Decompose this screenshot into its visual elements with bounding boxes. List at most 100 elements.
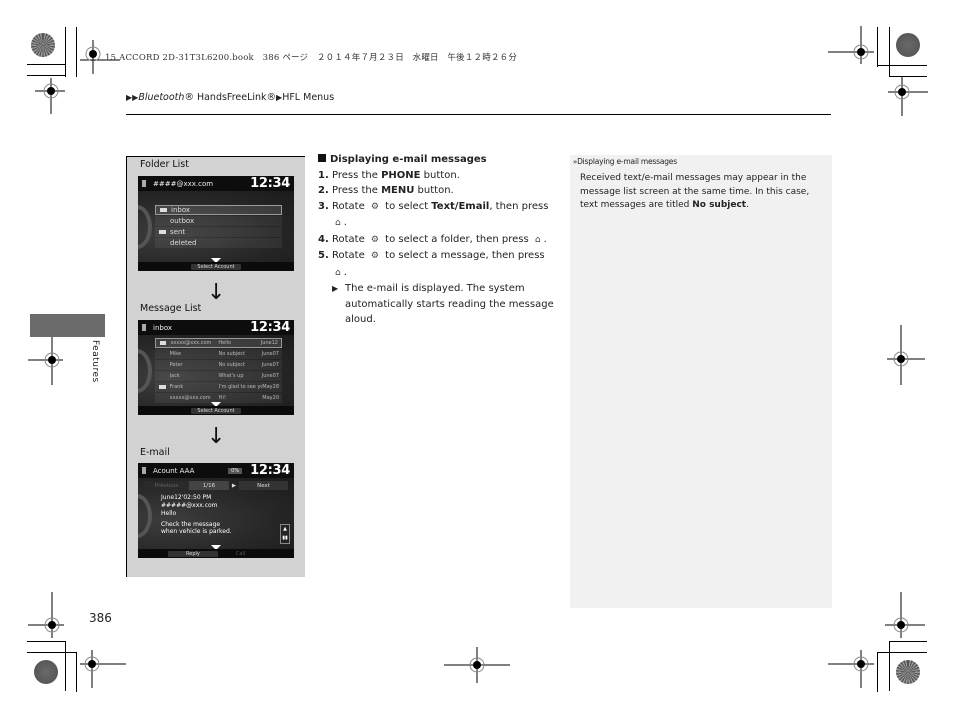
breadcrumb-hfl-menus[interactable]: HFL Menus <box>282 92 334 103</box>
crop-mark <box>877 65 927 66</box>
registration-circle-top-left <box>31 33 55 57</box>
email-body-line: Check the message <box>161 521 221 528</box>
crop-mark <box>65 641 66 691</box>
crop-mark <box>877 652 927 653</box>
crosshair-mark <box>888 76 928 116</box>
result-note: ▶ The e-mail is displayed. The system aut… <box>318 281 563 328</box>
phone-icon <box>142 324 146 331</box>
crosshair-mark <box>28 592 64 638</box>
page-number: 386 <box>89 611 112 625</box>
breadcrumb-bluetooth[interactable]: Bluetooth <box>138 92 184 103</box>
next-button[interactable]: Next <box>239 481 288 490</box>
crosshair-mark <box>885 592 925 638</box>
breadcrumb: ▶▶Bluetooth® HandsFreeLink®▶HFL Menus <box>126 92 334 103</box>
folder-list-screen: ####@xxx.com 12:34 inbox outbox sent del… <box>138 176 294 271</box>
dial-arc <box>138 205 152 249</box>
call-button[interactable]: Call <box>236 551 245 557</box>
message-row[interactable]: Jack What's up June07 <box>155 371 282 381</box>
result-arrow-icon: ▶ <box>332 284 339 293</box>
crop-mark <box>877 27 878 67</box>
message-list-label: Message List <box>140 303 202 314</box>
email-from: #####@xxx.com <box>161 502 218 509</box>
email-screen: Acount AAA 0% 12:34 Previous 1/16 ▶ Next… <box>138 463 294 558</box>
note-text: Received text/e-mail messages may appear… <box>580 173 810 210</box>
crosshair-mark <box>887 325 925 385</box>
envelope-icon <box>160 208 167 212</box>
breadcrumb-handsfreelink[interactable]: ® HandsFreeLink® <box>184 92 276 103</box>
crop-mark <box>76 27 77 77</box>
message-row[interactable]: Frank I'm glad to see you May28 <box>155 382 282 392</box>
message-row[interactable]: Mike No subject June07 <box>155 349 282 359</box>
folder-row[interactable]: deleted <box>155 238 282 248</box>
section-heading: Displaying e-mail messages <box>318 152 563 168</box>
step: 5. Rotate ⚙ to select a message, then pre… <box>318 248 563 281</box>
select-account-button[interactable]: Select Account <box>191 263 241 270</box>
reply-button[interactable]: Reply <box>168 550 218 557</box>
account-name: ####@xxx.com <box>153 179 214 188</box>
press-dial-icon: ⌂ <box>534 234 541 245</box>
clock: 12:34 <box>250 463 290 478</box>
play-icon: ▶ <box>231 482 237 489</box>
envelope-icon <box>160 341 167 345</box>
interface-dial-icon: ⚙ <box>370 251 379 261</box>
email-body-line: when vehicle is parked. <box>161 528 232 535</box>
crop-mark <box>76 652 77 692</box>
step: 2. Press the MENU button. <box>318 185 454 196</box>
registration-circle-bottom-left <box>34 660 58 684</box>
heading-bullet-icon <box>318 154 326 162</box>
interface-dial-icon: ⚙ <box>370 201 379 212</box>
email-datetime: June12'02:50 PM <box>161 494 212 501</box>
email-subject: Hello <box>161 510 177 517</box>
step: 3. Rotate ⚙ to select Text/Email, then pr… <box>318 199 563 232</box>
crosshair-mark <box>828 650 874 688</box>
crosshair-mark <box>828 26 874 64</box>
clock: 12:34 <box>250 176 290 191</box>
status-indicator: 0% <box>228 467 243 474</box>
press-dial-icon: ⌂ <box>335 267 341 278</box>
folder-list-label: Folder List <box>140 159 189 170</box>
note-title: »Displaying e-mail messages <box>573 157 677 166</box>
registration-circle-bottom-right <box>896 660 920 684</box>
interface-dial-icon: ⚙ <box>370 234 379 245</box>
crop-mark <box>27 652 76 653</box>
breadcrumb-marker-icon: ▶▶ <box>126 93 139 102</box>
dial-arc <box>138 349 152 393</box>
email-label: E-mail <box>140 447 170 458</box>
folder-row[interactable]: inbox <box>155 205 282 215</box>
crosshair-mark <box>444 647 510 683</box>
phone-icon <box>142 467 146 474</box>
header-rule <box>126 114 831 115</box>
message-row[interactable]: Peter No subject June07 <box>155 360 282 370</box>
crosshair-mark <box>35 78 65 114</box>
screen-flow-panel: Folder List ####@xxx.com 12:34 inbox out… <box>126 156 305 577</box>
flow-arrow-icon: ↓ <box>207 280 226 305</box>
registration-circle-top-right <box>896 33 920 57</box>
select-account-button[interactable]: Select Account <box>191 407 241 414</box>
folder-row[interactable]: sent <box>155 227 282 237</box>
message-counter: 1/16 <box>189 481 229 490</box>
envelope-icon <box>159 385 166 389</box>
crop-mark <box>877 652 878 692</box>
step: 4. Rotate ⚙ to select a folder, then pres… <box>318 232 563 249</box>
crop-mark <box>65 27 66 77</box>
note-box: »Displaying e-mail messages Received tex… <box>570 155 832 608</box>
folder-name: inbox <box>153 323 173 332</box>
instructions: Displaying e-mail messages 1. Press the P… <box>318 152 563 328</box>
clock: 12:34 <box>250 320 290 335</box>
phone-icon <box>142 180 146 187</box>
section-tab <box>30 314 105 337</box>
account-name: Acount AAA <box>153 466 195 475</box>
crop-mark <box>27 64 65 65</box>
folder-row[interactable]: outbox <box>155 216 282 226</box>
crop-mark <box>889 641 890 691</box>
read-aloud-icon[interactable]: ▲ ▮▮ <box>280 524 290 544</box>
dial-arc <box>138 494 152 538</box>
message-row[interactable]: xxxxx@xxx.com Hello June12 <box>155 338 282 348</box>
step: 1. Press the PHONE button. <box>318 169 460 181</box>
crop-mark <box>27 75 65 76</box>
envelope-icon <box>159 230 166 234</box>
message-list-screen: inbox 12:34 xxxxx@xxx.com Hello June12 Mik… <box>138 320 294 415</box>
previous-button[interactable]: Previous <box>144 481 189 490</box>
flow-arrow-icon: ↓ <box>207 424 226 449</box>
section-label: Features <box>90 340 100 383</box>
